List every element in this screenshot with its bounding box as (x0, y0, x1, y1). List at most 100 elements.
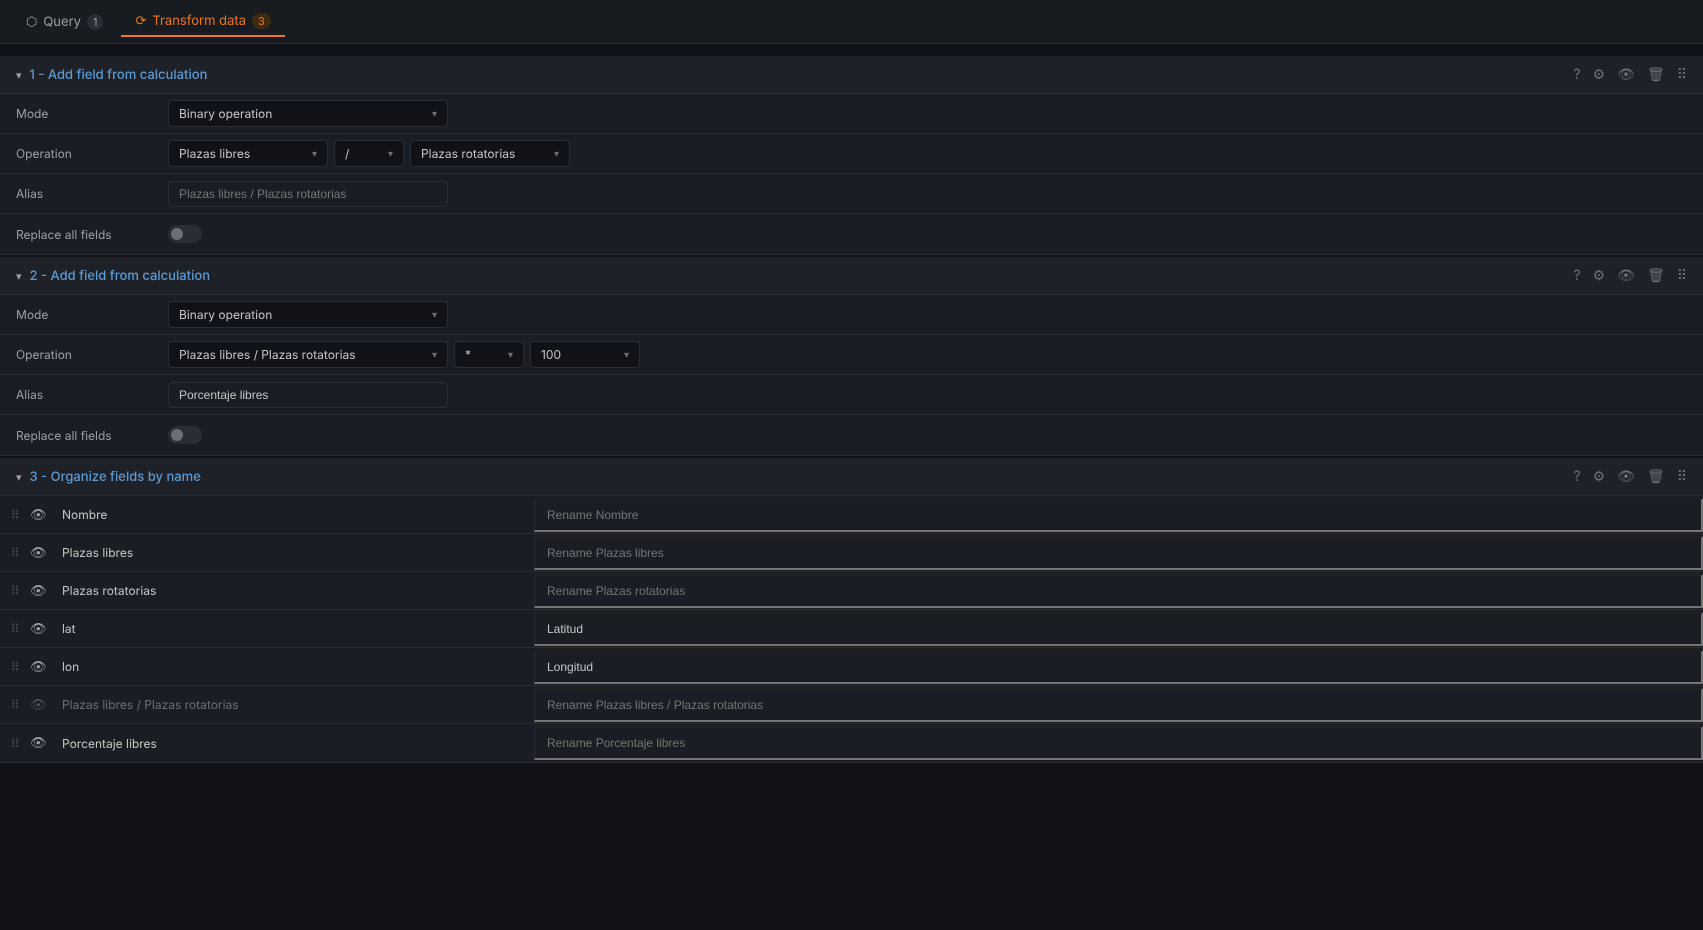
eye-icon-lon[interactable]: 👁 (30, 659, 54, 675)
section-1-alias-input[interactable] (168, 181, 448, 207)
section-3-header[interactable]: ▾ 3 - Organize fields by name ? ⚙ 👁 🗑 ⠿ (0, 458, 1703, 496)
tab-transform-label: Transform data (152, 13, 246, 29)
section-1: ▾ 1 - Add field from calculation ? ⚙ 👁 🗑… (0, 56, 1703, 255)
transform-icon: ⟳ (135, 13, 146, 29)
section-1-mode-chevron: ▾ (432, 108, 437, 120)
rename-input-lat[interactable] (534, 612, 1703, 646)
section-1-op-left-select[interactable]: Plazas libres ▾ (168, 140, 328, 167)
eye-icon-nombre[interactable]: 👁 (30, 507, 54, 523)
tab-query[interactable]: ⬡ Query 1 (12, 8, 117, 36)
section-2-header[interactable]: ▾ 2 - Add field from calculation ? ⚙ 👁 🗑… (0, 257, 1703, 295)
section-2-body: Mode Binary operation ▾ Operation Plazas… (0, 295, 1703, 456)
section-2-replace-control (160, 420, 1703, 450)
section-2-op-right-select[interactable]: 100 ▾ (530, 341, 640, 368)
section-3-drag-icon[interactable]: ⠿ (1677, 468, 1687, 485)
section-2-op-left-select[interactable]: Plazas libres / Plazas rotatorias ▾ (168, 341, 448, 368)
section-2-trash-icon[interactable]: 🗑 (1647, 267, 1665, 284)
tab-transform[interactable]: ⟳ Transform data 3 (121, 7, 284, 37)
section-1-alias-label: Alias (0, 178, 160, 209)
drag-handle-porcentaje[interactable]: ⠿ (0, 736, 30, 751)
section-1-op-left-value: Plazas libres (179, 146, 250, 161)
section-1-op-operator-value: / (345, 146, 349, 161)
section-2-op-operator-select[interactable]: * ▾ (454, 341, 524, 368)
section-2-operation-row: Operation Plazas libres / Plazas rotator… (0, 335, 1703, 375)
section-2-operation-label: Operation (0, 339, 160, 370)
section-1-magic-icon[interactable]: ⚙ (1593, 66, 1606, 83)
section-1-op-right-select[interactable]: Plazas rotatorias ▾ (410, 140, 570, 167)
section-1-alias-row: Alias (0, 174, 1703, 214)
list-item: ⠿ 👁 Nombre (0, 496, 1703, 534)
section-2-mode-label: Mode (0, 299, 160, 330)
section-3-eye-icon[interactable]: 👁 (1617, 468, 1635, 485)
drag-handle-plazas-rotatorias[interactable]: ⠿ (0, 583, 30, 598)
section-2-mode-value: Binary operation (179, 307, 272, 322)
section-1-op-operator-select[interactable]: / ▾ (334, 140, 404, 167)
section-2-info-icon[interactable]: ? (1573, 267, 1580, 284)
section-2-header-left: ▾ 2 - Add field from calculation (16, 268, 210, 284)
main-content: ▾ 1 - Add field from calculation ? ⚙ 👁 🗑… (0, 44, 1703, 777)
rename-input-lon[interactable] (534, 650, 1703, 684)
section-2-mode-chevron: ▾ (432, 309, 437, 321)
section-2-op-operator-value: * (465, 347, 471, 362)
section-3-title: 3 - Organize fields by name (30, 469, 201, 485)
section-1-replace-control (160, 219, 1703, 249)
section-1-drag-icon[interactable]: ⠿ (1677, 66, 1687, 83)
section-1-header[interactable]: ▾ 1 - Add field from calculation ? ⚙ 👁 🗑… (0, 56, 1703, 94)
rename-input-plazas-libres[interactable] (534, 536, 1703, 570)
section-2-chevron: ▾ (16, 269, 22, 283)
section-2-eye-icon[interactable]: 👁 (1617, 267, 1635, 284)
eye-icon-porcentaje[interactable]: 👁 (30, 735, 54, 751)
section-3: ▾ 3 - Organize fields by name ? ⚙ 👁 🗑 ⠿ … (0, 458, 1703, 763)
section-1-replace-toggle[interactable] (168, 225, 202, 243)
drag-handle-nombre[interactable]: ⠿ (0, 507, 30, 522)
section-1-chevron: ▾ (16, 68, 22, 82)
section-3-header-left: ▾ 3 - Organize fields by name (16, 469, 201, 485)
drag-handle-ratio[interactable]: ⠿ (0, 697, 30, 712)
field-name-nombre: Nombre (54, 507, 534, 522)
drag-handle-plazas-libres[interactable]: ⠿ (0, 545, 30, 560)
list-item: ⠿ 👁 lat (0, 610, 1703, 648)
section-2-drag-icon[interactable]: ⠿ (1677, 267, 1687, 284)
tab-query-badge: 1 (87, 14, 103, 30)
field-name-ratio: Plazas libres / Plazas rotatorias (54, 697, 534, 712)
section-3-trash-icon[interactable]: 🗑 (1647, 468, 1665, 485)
eye-icon-lat[interactable]: 👁 (30, 621, 54, 637)
section-1-trash-icon[interactable]: 🗑 (1647, 66, 1665, 83)
section-2-mode-row: Mode Binary operation ▾ (0, 295, 1703, 335)
section-3-info-icon[interactable]: ? (1573, 468, 1580, 485)
section-2-mode-select[interactable]: Binary operation ▾ (168, 301, 448, 328)
eye-hidden-icon-ratio[interactable]: 👁 (30, 697, 54, 713)
section-1-operation-control: Plazas libres ▾ / ▾ Plazas rotatorias ▾ (160, 134, 1703, 173)
eye-icon-plazas-libres[interactable]: 👁 (30, 545, 54, 561)
section-1-mode-select[interactable]: Binary operation ▾ (168, 100, 448, 127)
list-item: ⠿ 👁 Plazas libres (0, 534, 1703, 572)
drag-handle-lat[interactable]: ⠿ (0, 621, 30, 636)
rename-input-nombre[interactable] (534, 498, 1703, 532)
list-item: ⠿ 👁 Porcentaje libres (0, 724, 1703, 762)
section-1-replace-row: Replace all fields (0, 214, 1703, 254)
section-1-operation-row: Operation Plazas libres ▾ / ▾ Plazas rot… (0, 134, 1703, 174)
drag-handle-lon[interactable]: ⠿ (0, 659, 30, 674)
section-2-replace-toggle[interactable] (168, 426, 202, 444)
list-item: ⠿ 👁 Plazas libres / Plazas rotatorias (0, 686, 1703, 724)
section-2-alias-input[interactable] (168, 382, 448, 408)
section-2-op-left-value: Plazas libres / Plazas rotatorias (179, 347, 356, 362)
section-1-alias-control (160, 175, 1703, 213)
section-1-header-left: ▾ 1 - Add field from calculation (16, 67, 207, 83)
section-1-info-icon[interactable]: ? (1573, 66, 1580, 83)
field-name-plazas-libres: Plazas libres (54, 545, 534, 560)
eye-icon-plazas-rotatorias[interactable]: 👁 (30, 583, 54, 599)
tab-query-label: Query (43, 14, 81, 30)
section-1-op-operator-chevron: ▾ (388, 148, 393, 160)
field-name-porcentaje: Porcentaje libres (54, 736, 534, 751)
rename-input-ratio[interactable] (534, 688, 1703, 722)
section-1-op-right-chevron: ▾ (554, 148, 559, 160)
section-3-magic-icon[interactable]: ⚙ (1593, 468, 1606, 485)
rename-input-porcentaje[interactable] (534, 726, 1703, 760)
organize-fields-table: ⠿ 👁 Nombre ⠿ 👁 Plazas libres ⠿ 👁 Plazas (0, 496, 1703, 762)
section-1-eye-icon[interactable]: 👁 (1617, 66, 1635, 83)
list-item: ⠿ 👁 lon (0, 648, 1703, 686)
section-2-magic-icon[interactable]: ⚙ (1593, 267, 1606, 284)
section-2: ▾ 2 - Add field from calculation ? ⚙ 👁 🗑… (0, 257, 1703, 456)
rename-input-plazas-rotatorias[interactable] (534, 574, 1703, 608)
